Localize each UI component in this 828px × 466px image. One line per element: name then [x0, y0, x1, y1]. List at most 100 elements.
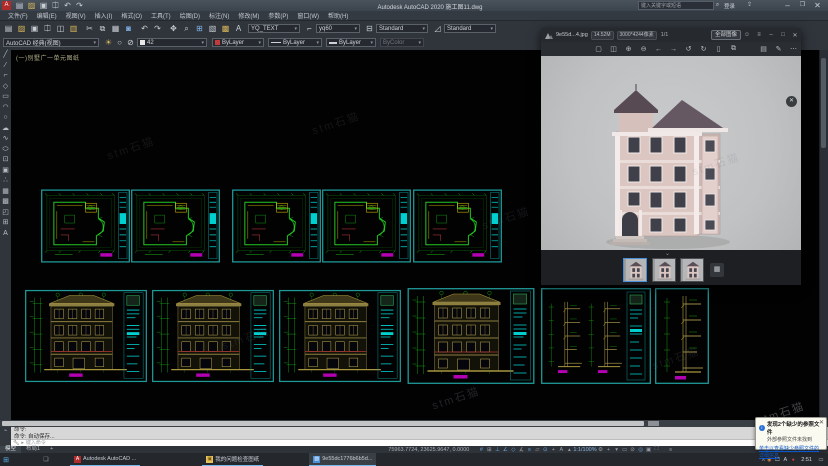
region-icon[interactable]: ◰	[2, 208, 9, 219]
make-block-icon[interactable]: ▣	[2, 166, 9, 177]
annotation-scale[interactable]: 1:1/100%	[573, 447, 596, 453]
new-icon[interactable]: ▤	[3, 23, 14, 34]
viewer-close-button[interactable]: ✕	[789, 32, 801, 39]
all-images-button[interactable]: 全部图像	[711, 30, 741, 40]
thumbnail-2[interactable]	[652, 258, 676, 282]
layer-properties-icon[interactable]: ☀	[103, 37, 114, 48]
arc-icon[interactable]: ◠	[2, 103, 8, 114]
grid-toggle-icon[interactable]: #	[477, 447, 485, 453]
circle-icon[interactable]: ○	[3, 113, 7, 124]
table-style-combo[interactable]: Standard▾	[376, 24, 428, 33]
menu-draw[interactable]: 绘图(D)	[180, 11, 200, 20]
viewer-overlay-close-icon[interactable]: ✕	[786, 96, 797, 107]
workspace-combo[interactable]: AutoCAD 经典(视图)▾	[3, 38, 99, 47]
share-icon[interactable]: ⇪	[744, 0, 755, 11]
ellipse-icon[interactable]: ⬭	[3, 145, 9, 156]
save-icon[interactable]: ▣	[29, 23, 40, 34]
menu-format[interactable]: 格式(O)	[121, 11, 142, 20]
revcloud-icon[interactable]: ☁	[2, 124, 9, 135]
floor-plan-1[interactable]	[41, 189, 130, 263]
layer-freeze-icon[interactable]: ○	[114, 37, 125, 48]
rotate-right-icon[interactable]: ↻	[696, 45, 711, 53]
cut-icon[interactable]: ✂	[84, 23, 95, 34]
commandline-grip[interactable]: ⌁	[0, 427, 11, 446]
elevation-4[interactable]	[406, 288, 536, 384]
bubble-close-icon[interactable]: ✕	[819, 419, 824, 426]
plot-icon[interactable]: ⎅	[42, 23, 53, 34]
redo-icon[interactable]: ↷	[152, 23, 163, 34]
elevation-2[interactable]	[152, 288, 274, 384]
menu-help[interactable]: 帮助(H)	[328, 11, 348, 20]
slideshow-icon[interactable]: ▤	[756, 45, 771, 53]
close-button[interactable]: ✕	[812, 0, 823, 11]
zoom-out-icon[interactable]: ⊖	[636, 45, 651, 53]
viewer-image-area[interactable]: stm石猫 ✕	[541, 56, 801, 278]
fullscreen-icon[interactable]: ▢	[591, 45, 606, 53]
taskbar-viewer-button[interactable]: ▨ 9e55dc1776b6b5d...	[309, 453, 376, 466]
mleader-style-combo[interactable]: Standard▾	[444, 24, 496, 33]
dim-style-combo[interactable]: yq60▾	[316, 24, 360, 33]
horizontal-scrollbar-thumb[interactable]	[2, 421, 644, 426]
more-tools-icon[interactable]: ⋯	[786, 45, 801, 53]
properties-icon[interactable]: ▧	[207, 23, 218, 34]
mtext-icon[interactable]: A	[3, 229, 8, 240]
preview-icon[interactable]: ◫	[55, 23, 66, 34]
rotate-left-icon[interactable]: ↺	[681, 45, 696, 53]
text-style-icon[interactable]: A	[233, 23, 244, 34]
prev-image-icon[interactable]: ←	[651, 46, 666, 53]
table-icon[interactable]: ⊞	[3, 218, 9, 229]
qat-undo-icon[interactable]: ↶	[62, 0, 73, 11]
zoom-realtime-icon[interactable]: ⌕	[181, 23, 192, 34]
autoscale-icon[interactable]: ▴	[565, 447, 573, 453]
paste-icon[interactable]: ▦	[110, 23, 121, 34]
edit-image-icon[interactable]: ✎	[771, 45, 786, 53]
polyline-icon[interactable]: ⌐	[3, 71, 7, 82]
menu-window[interactable]: 窗口(W)	[297, 11, 319, 20]
units-icon[interactable]: ▾	[613, 447, 621, 453]
selectioncycling-toggle-icon[interactable]: ⊙	[541, 447, 549, 453]
floor-plan-3[interactable]	[232, 189, 321, 263]
thumbnail-1[interactable]	[623, 258, 647, 282]
tab-add-layout[interactable]: +	[45, 446, 58, 453]
dynamicinput-toggle-icon[interactable]: +	[549, 447, 557, 453]
lineweight-toggle-icon[interactable]: ≡	[525, 447, 533, 453]
search-icon[interactable]: ⌕	[712, 0, 723, 11]
lockui-icon[interactable]: ⊘	[629, 447, 637, 453]
customization-menu-icon[interactable]: ≡	[667, 447, 675, 453]
start-button[interactable]: ⊞	[0, 456, 12, 464]
menu-modify[interactable]: 修改(M)	[238, 11, 259, 20]
thumbnail-3[interactable]	[680, 258, 704, 282]
qat-new-icon[interactable]: ▤	[14, 0, 25, 11]
floor-plan-5[interactable]	[413, 189, 502, 263]
copy-image-icon[interactable]: ⧉	[726, 45, 741, 53]
quickproperties-icon[interactable]: ▭	[621, 447, 629, 453]
gradient-icon[interactable]: ▩	[2, 197, 9, 208]
tab-model[interactable]: 模型	[0, 446, 21, 453]
qat-redo-icon[interactable]: ↷	[74, 0, 85, 11]
filmstrip-collapse-icon[interactable]: ⌄	[665, 250, 670, 257]
osnap-toggle-icon[interactable]: ◇	[509, 447, 517, 453]
text-style-combo[interactable]: YQ_TEXT▾	[248, 24, 300, 33]
taskbar-folder-button[interactable]: ▣ 我的问题检查图纸	[202, 453, 263, 466]
otrack-toggle-icon[interactable]: ∡	[517, 447, 525, 453]
menu-insert[interactable]: 插入(I)	[95, 11, 113, 20]
layer-combo[interactable]: 42▾	[137, 38, 207, 47]
spline-icon[interactable]: ∿	[3, 134, 9, 145]
menu-dimension[interactable]: 标注(N)	[209, 11, 229, 20]
task-view-icon[interactable]: ❏	[40, 456, 52, 463]
linetype-combo[interactable]: ByLayer▾	[268, 38, 322, 47]
section-sheet-2[interactable]	[655, 288, 709, 384]
delete-image-icon[interactable]: ▯	[711, 45, 726, 53]
elevation-3[interactable]	[279, 288, 401, 384]
menu-view[interactable]: 视图(V)	[66, 11, 86, 20]
insert-block-icon[interactable]: ⊡	[3, 155, 9, 166]
annotation-visibility-icon[interactable]: A	[557, 447, 565, 453]
transparency-toggle-icon[interactable]: ▱	[533, 447, 541, 453]
open-icon[interactable]: ▨	[16, 23, 27, 34]
rectangle-icon[interactable]: ▭	[2, 92, 9, 103]
tab-layout1[interactable]: 布局1	[21, 446, 45, 453]
annotation-monitor-icon[interactable]: +	[605, 447, 613, 453]
taskbar-autocad-button[interactable]: A Autodesk AutoCAD ...	[70, 453, 140, 466]
workspace-gear-icon[interactable]: ⚙︎	[597, 447, 605, 453]
viewer-menu-icon[interactable]: ≡	[753, 32, 765, 38]
